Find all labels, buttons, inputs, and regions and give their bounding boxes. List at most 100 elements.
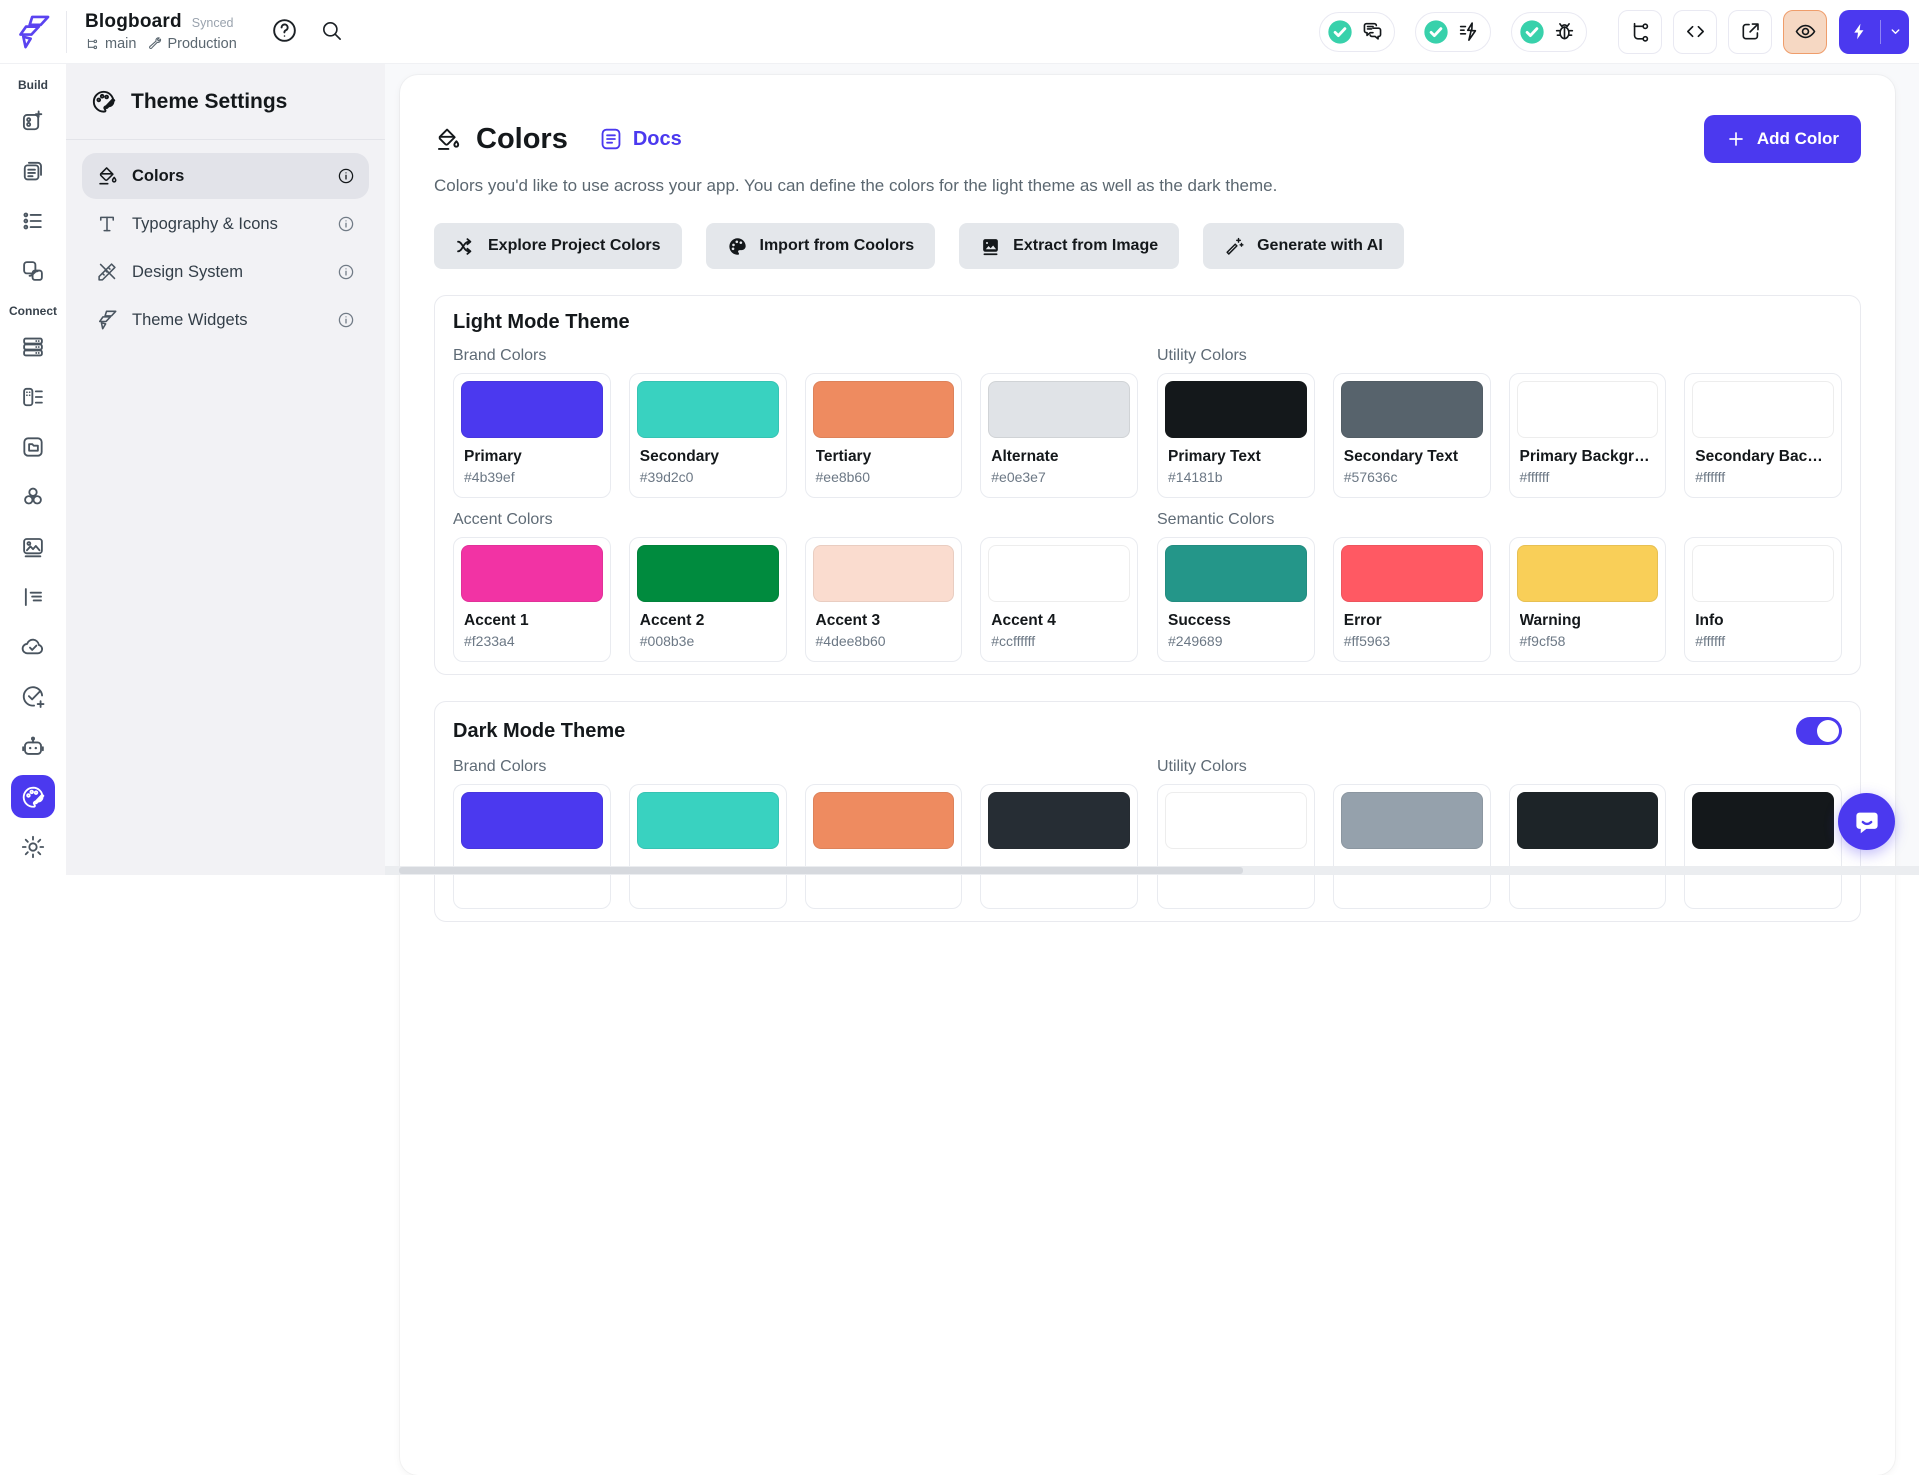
flutterflow-logo-icon xyxy=(14,13,52,51)
dark-color-swatch[interactable] xyxy=(1157,784,1315,909)
color-fill xyxy=(1165,381,1307,438)
rail-item-gear[interactable] xyxy=(11,825,55,868)
rail-item-clover[interactable] xyxy=(11,476,55,519)
rail-item-indent-lines[interactable] xyxy=(11,575,55,618)
dark-color-swatch[interactable] xyxy=(453,784,611,909)
color-name: Success xyxy=(1168,612,1304,630)
add-color-button[interactable]: Add Color xyxy=(1704,115,1861,163)
color-swatch-alternate[interactable]: Alternate#e0e3e7 xyxy=(980,373,1138,498)
color-swatch-secondary-text[interactable]: Secondary Text#57636c xyxy=(1333,373,1491,498)
color-swatch-info[interactable]: Info#ffffff xyxy=(1684,537,1842,662)
page-title: Colors xyxy=(476,123,568,156)
status-pill-chat-bubbles[interactable] xyxy=(1319,12,1395,52)
color-swatch-primary-text[interactable]: Primary Text#14181b xyxy=(1157,373,1315,498)
main-canvas: Colors Docs Add Color Colors you'd like … xyxy=(385,64,1919,875)
color-swatch-accent-3[interactable]: Accent 3#4dee8b60 xyxy=(805,537,963,662)
rail-item-components[interactable] xyxy=(11,250,55,293)
branch-icon xyxy=(85,37,100,52)
header-action-eye[interactable] xyxy=(1783,10,1827,54)
clover-icon xyxy=(20,484,46,510)
open-external-icon xyxy=(1739,20,1762,43)
deploy-menu-button[interactable] xyxy=(1881,24,1909,39)
toolbar-button-explore-project-colors[interactable]: Explore Project Colors xyxy=(434,223,682,269)
color-fill xyxy=(1165,792,1307,849)
sync-status: Synced xyxy=(192,16,234,30)
theme-panel-item-typography-icons[interactable]: Typography & Icons xyxy=(82,201,369,247)
project-info[interactable]: Blogboard Synced main Production xyxy=(85,11,237,52)
branch-tree-icon xyxy=(1629,20,1652,43)
color-swatch-accent-1[interactable]: Accent 1#f233a4 xyxy=(453,537,611,662)
color-fill xyxy=(1517,792,1659,849)
rail-item-add-widget[interactable] xyxy=(11,100,55,143)
dark-color-swatch[interactable] xyxy=(980,784,1138,909)
status-pill-lightning-list[interactable] xyxy=(1415,12,1491,52)
color-swatch-tertiary[interactable]: Tertiary#ee8b60 xyxy=(805,373,963,498)
header-action-open-external[interactable] xyxy=(1728,10,1772,54)
color-hex: #14181b xyxy=(1168,469,1304,485)
light-mode-groups: Brand ColorsPrimary#4b39efSecondary#39d2… xyxy=(453,334,1842,662)
info-icon[interactable] xyxy=(337,263,355,281)
color-swatch-warning[interactable]: Warning#f9cf58 xyxy=(1509,537,1667,662)
dark-color-swatch[interactable] xyxy=(1684,784,1842,909)
rail-item-cloud-check[interactable] xyxy=(11,625,55,668)
color-swatch-secondary-background[interactable]: Secondary Background#ffffff xyxy=(1684,373,1842,498)
status-pill-bug[interactable] xyxy=(1511,12,1587,52)
theme-panel-item-theme-widgets[interactable]: Theme Widgets xyxy=(82,297,369,343)
app-header: Blogboard Synced main Production xyxy=(0,0,1919,64)
dark-color-swatch[interactable] xyxy=(629,784,787,909)
search-icon xyxy=(320,19,343,42)
color-swatch-primary-background[interactable]: Primary Background#ffffff xyxy=(1509,373,1667,498)
search-button[interactable] xyxy=(320,19,343,45)
header-action-branch-tree[interactable] xyxy=(1618,10,1662,54)
rail-item-pages[interactable] xyxy=(11,150,55,193)
rail-item-panel-list[interactable] xyxy=(11,376,55,419)
deploy-split-button[interactable] xyxy=(1839,10,1909,54)
toolbar-button-extract-from-image[interactable]: Extract from Image xyxy=(959,223,1179,269)
dark-mode-toggle[interactable] xyxy=(1796,717,1842,745)
toolbar-button-generate-with-ai[interactable]: Generate with AI xyxy=(1203,223,1404,269)
app-logo[interactable] xyxy=(0,13,66,51)
header-action-code[interactable] xyxy=(1673,10,1717,54)
rail-item-list-bullets[interactable] xyxy=(11,200,55,243)
dark-color-swatch[interactable] xyxy=(1509,784,1667,909)
file-doc-icon xyxy=(20,434,46,460)
dark-color-swatch[interactable] xyxy=(805,784,963,909)
color-swatch-accent-4[interactable]: Accent 4#ccffffff xyxy=(980,537,1138,662)
chat-launcher-button[interactable] xyxy=(1838,793,1895,850)
color-fill xyxy=(1692,792,1834,849)
color-swatch-secondary[interactable]: Secondary#39d2c0 xyxy=(629,373,787,498)
color-name: Error xyxy=(1344,612,1480,630)
color-name: Accent 1 xyxy=(464,612,600,630)
horizontal-scrollbar[interactable] xyxy=(385,866,1919,875)
info-icon[interactable] xyxy=(337,215,355,233)
color-fill xyxy=(461,545,603,602)
info-icon[interactable] xyxy=(337,167,355,185)
color-swatch-primary[interactable]: Primary#4b39ef xyxy=(453,373,611,498)
color-fill xyxy=(637,381,779,438)
color-swatch-error[interactable]: Error#ff5963 xyxy=(1333,537,1491,662)
help-button[interactable] xyxy=(271,17,298,47)
color-hex: #ffffff xyxy=(1695,469,1831,485)
rail-item-palette-brush[interactable] xyxy=(11,775,55,818)
paint-bucket-icon xyxy=(96,165,118,187)
rail-item-media-image[interactable] xyxy=(11,526,55,569)
color-fill xyxy=(1517,381,1659,438)
rail-item-robot[interactable] xyxy=(11,725,55,768)
scrollbar-thumb[interactable] xyxy=(399,867,1243,874)
color-swatch-success[interactable]: Success#249689 xyxy=(1157,537,1315,662)
theme-panel-item-colors[interactable]: Colors xyxy=(82,153,369,199)
dark-color-swatch[interactable] xyxy=(1333,784,1491,909)
project-name: Blogboard xyxy=(85,11,182,33)
color-swatch-accent-2[interactable]: Accent 2#008b3e xyxy=(629,537,787,662)
rail-item-file-doc[interactable] xyxy=(11,426,55,469)
color-name: Secondary Text xyxy=(1344,448,1480,466)
info-icon[interactable] xyxy=(337,311,355,329)
theme-panel-item-design-system[interactable]: Design System xyxy=(82,249,369,295)
rail-item-check-plus[interactable] xyxy=(11,675,55,718)
rail-item-server[interactable] xyxy=(11,326,55,369)
toolbar-button-import-from-coolors[interactable]: Import from Coolors xyxy=(706,223,936,269)
color-fill xyxy=(988,381,1130,438)
theme-settings-menu: ColorsTypography & IconsDesign SystemThe… xyxy=(66,140,385,358)
wrench-icon xyxy=(147,37,162,52)
docs-link[interactable]: Docs xyxy=(598,126,682,152)
